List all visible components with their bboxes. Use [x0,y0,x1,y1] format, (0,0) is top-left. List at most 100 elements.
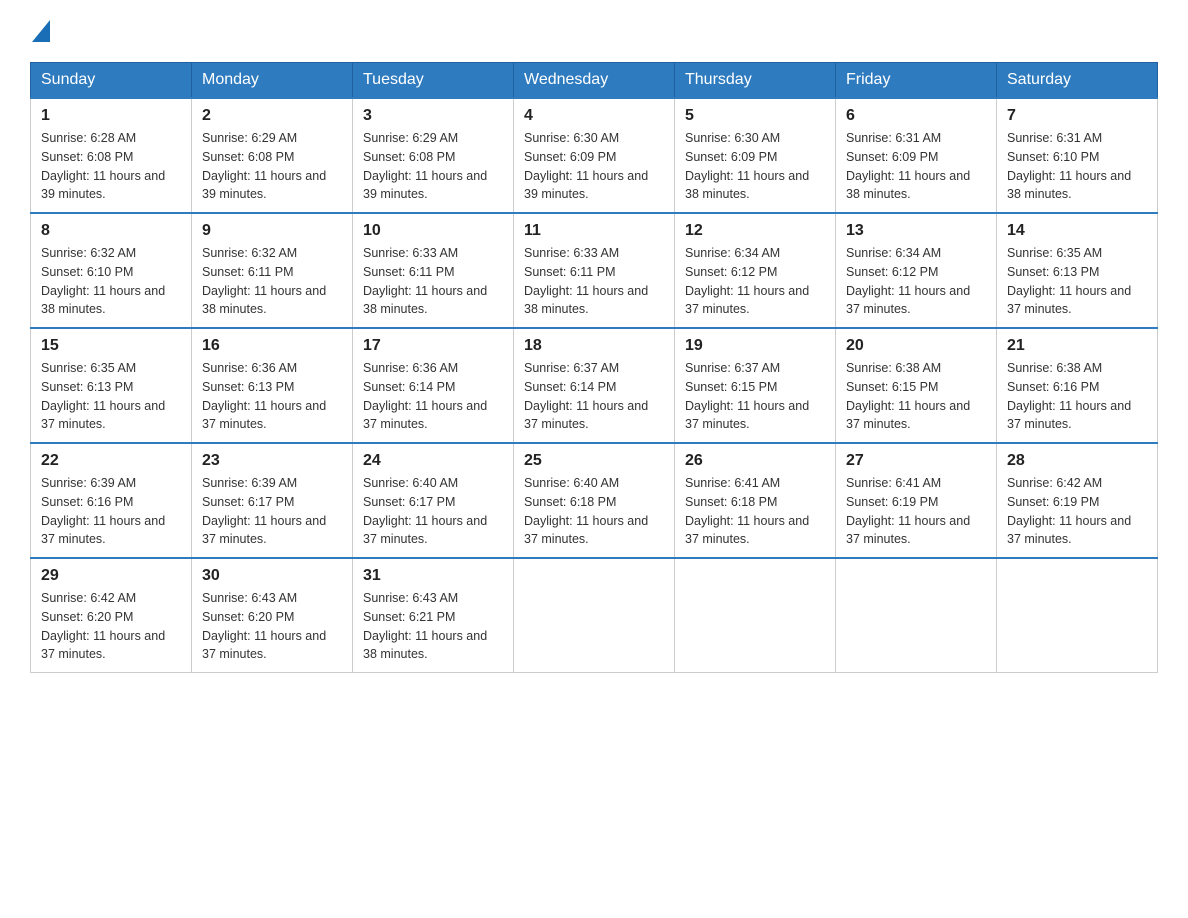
calendar-cell: 6 Sunrise: 6:31 AM Sunset: 6:09 PM Dayli… [836,98,997,213]
calendar-cell: 29 Sunrise: 6:42 AM Sunset: 6:20 PM Dayl… [31,558,192,673]
day-number: 12 [685,222,825,240]
week-row-5: 29 Sunrise: 6:42 AM Sunset: 6:20 PM Dayl… [31,558,1158,673]
calendar-cell: 18 Sunrise: 6:37 AM Sunset: 6:14 PM Dayl… [514,328,675,443]
day-info: Sunrise: 6:42 AM Sunset: 6:19 PM Dayligh… [1007,474,1147,549]
day-number: 3 [363,107,503,125]
day-info: Sunrise: 6:33 AM Sunset: 6:11 PM Dayligh… [363,244,503,319]
day-info: Sunrise: 6:41 AM Sunset: 6:18 PM Dayligh… [685,474,825,549]
day-number: 28 [1007,452,1147,470]
day-number: 25 [524,452,664,470]
calendar-cell [514,558,675,673]
day-info: Sunrise: 6:35 AM Sunset: 6:13 PM Dayligh… [41,359,181,434]
calendar-cell: 26 Sunrise: 6:41 AM Sunset: 6:18 PM Dayl… [675,443,836,558]
day-number: 24 [363,452,503,470]
day-number: 4 [524,107,664,125]
day-number: 26 [685,452,825,470]
day-number: 18 [524,337,664,355]
day-number: 10 [363,222,503,240]
calendar-cell: 20 Sunrise: 6:38 AM Sunset: 6:15 PM Dayl… [836,328,997,443]
calendar-cell: 11 Sunrise: 6:33 AM Sunset: 6:11 PM Dayl… [514,213,675,328]
day-number: 27 [846,452,986,470]
calendar-cell: 21 Sunrise: 6:38 AM Sunset: 6:16 PM Dayl… [997,328,1158,443]
logo-triangle-icon [32,20,50,42]
day-info: Sunrise: 6:41 AM Sunset: 6:19 PM Dayligh… [846,474,986,549]
day-number: 31 [363,567,503,585]
col-header-saturday: Saturday [997,63,1158,99]
day-number: 21 [1007,337,1147,355]
calendar-cell: 28 Sunrise: 6:42 AM Sunset: 6:19 PM Dayl… [997,443,1158,558]
week-row-1: 1 Sunrise: 6:28 AM Sunset: 6:08 PM Dayli… [31,98,1158,213]
page-header [30,20,1158,42]
col-header-thursday: Thursday [675,63,836,99]
day-number: 19 [685,337,825,355]
week-row-3: 15 Sunrise: 6:35 AM Sunset: 6:13 PM Dayl… [31,328,1158,443]
day-number: 8 [41,222,181,240]
col-header-sunday: Sunday [31,63,192,99]
calendar-cell: 9 Sunrise: 6:32 AM Sunset: 6:11 PM Dayli… [192,213,353,328]
calendar-cell: 27 Sunrise: 6:41 AM Sunset: 6:19 PM Dayl… [836,443,997,558]
day-info: Sunrise: 6:30 AM Sunset: 6:09 PM Dayligh… [685,129,825,204]
calendar-cell: 12 Sunrise: 6:34 AM Sunset: 6:12 PM Dayl… [675,213,836,328]
day-info: Sunrise: 6:40 AM Sunset: 6:17 PM Dayligh… [363,474,503,549]
calendar-cell: 24 Sunrise: 6:40 AM Sunset: 6:17 PM Dayl… [353,443,514,558]
day-info: Sunrise: 6:39 AM Sunset: 6:16 PM Dayligh… [41,474,181,549]
day-number: 2 [202,107,342,125]
day-number: 23 [202,452,342,470]
day-number: 17 [363,337,503,355]
calendar-cell: 10 Sunrise: 6:33 AM Sunset: 6:11 PM Dayl… [353,213,514,328]
day-info: Sunrise: 6:29 AM Sunset: 6:08 PM Dayligh… [202,129,342,204]
calendar-cell: 5 Sunrise: 6:30 AM Sunset: 6:09 PM Dayli… [675,98,836,213]
day-number: 9 [202,222,342,240]
day-info: Sunrise: 6:36 AM Sunset: 6:13 PM Dayligh… [202,359,342,434]
day-number: 13 [846,222,986,240]
logo [30,20,50,42]
calendar-cell: 14 Sunrise: 6:35 AM Sunset: 6:13 PM Dayl… [997,213,1158,328]
day-number: 16 [202,337,342,355]
calendar-cell: 15 Sunrise: 6:35 AM Sunset: 6:13 PM Dayl… [31,328,192,443]
day-number: 20 [846,337,986,355]
week-row-2: 8 Sunrise: 6:32 AM Sunset: 6:10 PM Dayli… [31,213,1158,328]
calendar-table: SundayMondayTuesdayWednesdayThursdayFrid… [30,62,1158,673]
calendar-cell: 2 Sunrise: 6:29 AM Sunset: 6:08 PM Dayli… [192,98,353,213]
calendar-cell: 1 Sunrise: 6:28 AM Sunset: 6:08 PM Dayli… [31,98,192,213]
calendar-cell: 16 Sunrise: 6:36 AM Sunset: 6:13 PM Dayl… [192,328,353,443]
day-info: Sunrise: 6:43 AM Sunset: 6:21 PM Dayligh… [363,589,503,664]
day-info: Sunrise: 6:34 AM Sunset: 6:12 PM Dayligh… [685,244,825,319]
calendar-cell: 3 Sunrise: 6:29 AM Sunset: 6:08 PM Dayli… [353,98,514,213]
calendar-cell: 22 Sunrise: 6:39 AM Sunset: 6:16 PM Dayl… [31,443,192,558]
day-info: Sunrise: 6:40 AM Sunset: 6:18 PM Dayligh… [524,474,664,549]
day-info: Sunrise: 6:35 AM Sunset: 6:13 PM Dayligh… [1007,244,1147,319]
calendar-cell [675,558,836,673]
day-info: Sunrise: 6:38 AM Sunset: 6:16 PM Dayligh… [1007,359,1147,434]
day-number: 14 [1007,222,1147,240]
calendar-cell: 13 Sunrise: 6:34 AM Sunset: 6:12 PM Dayl… [836,213,997,328]
calendar-cell: 8 Sunrise: 6:32 AM Sunset: 6:10 PM Dayli… [31,213,192,328]
day-info: Sunrise: 6:34 AM Sunset: 6:12 PM Dayligh… [846,244,986,319]
calendar-cell: 4 Sunrise: 6:30 AM Sunset: 6:09 PM Dayli… [514,98,675,213]
col-header-monday: Monday [192,63,353,99]
day-info: Sunrise: 6:29 AM Sunset: 6:08 PM Dayligh… [363,129,503,204]
day-number: 5 [685,107,825,125]
day-info: Sunrise: 6:43 AM Sunset: 6:20 PM Dayligh… [202,589,342,664]
calendar-cell: 19 Sunrise: 6:37 AM Sunset: 6:15 PM Dayl… [675,328,836,443]
calendar-cell: 23 Sunrise: 6:39 AM Sunset: 6:17 PM Dayl… [192,443,353,558]
calendar-cell: 25 Sunrise: 6:40 AM Sunset: 6:18 PM Dayl… [514,443,675,558]
day-number: 22 [41,452,181,470]
calendar-cell: 7 Sunrise: 6:31 AM Sunset: 6:10 PM Dayli… [997,98,1158,213]
day-number: 7 [1007,107,1147,125]
day-info: Sunrise: 6:38 AM Sunset: 6:15 PM Dayligh… [846,359,986,434]
calendar-header-row: SundayMondayTuesdayWednesdayThursdayFrid… [31,63,1158,99]
col-header-friday: Friday [836,63,997,99]
day-info: Sunrise: 6:36 AM Sunset: 6:14 PM Dayligh… [363,359,503,434]
day-info: Sunrise: 6:28 AM Sunset: 6:08 PM Dayligh… [41,129,181,204]
day-info: Sunrise: 6:33 AM Sunset: 6:11 PM Dayligh… [524,244,664,319]
day-number: 30 [202,567,342,585]
day-number: 11 [524,222,664,240]
day-number: 1 [41,107,181,125]
calendar-cell: 30 Sunrise: 6:43 AM Sunset: 6:20 PM Dayl… [192,558,353,673]
day-info: Sunrise: 6:31 AM Sunset: 6:10 PM Dayligh… [1007,129,1147,204]
day-info: Sunrise: 6:37 AM Sunset: 6:14 PM Dayligh… [524,359,664,434]
day-number: 29 [41,567,181,585]
col-header-wednesday: Wednesday [514,63,675,99]
week-row-4: 22 Sunrise: 6:39 AM Sunset: 6:16 PM Dayl… [31,443,1158,558]
